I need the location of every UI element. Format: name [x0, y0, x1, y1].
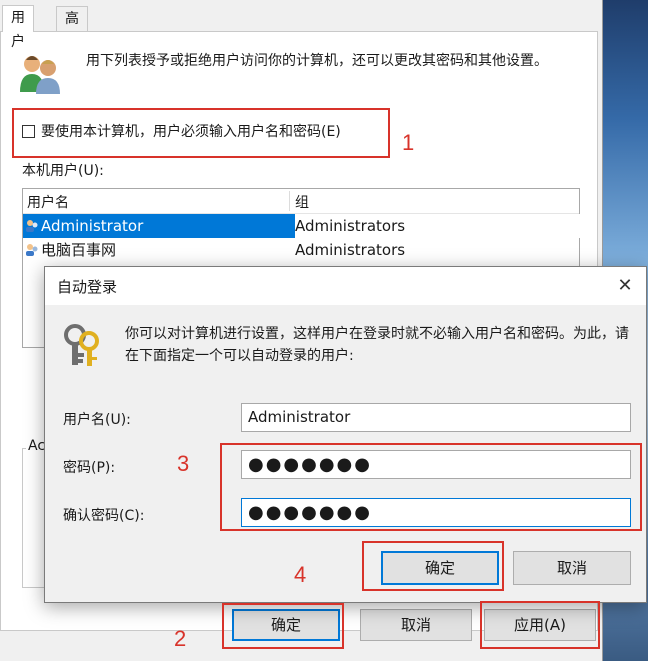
annotation-number-4: 4 — [294, 562, 307, 587]
annotation-box-apply — [480, 601, 600, 649]
users-icon — [20, 56, 60, 94]
autologon-titlebar[interactable]: 自动登录 ✕ — [45, 267, 646, 305]
users-list-label: 本机用户(U): — [22, 163, 104, 179]
listview-header: 用户名 组 — [23, 189, 579, 214]
tab-users[interactable]: 用户 — [2, 5, 34, 50]
autologon-cancel-button[interactable]: 取消 — [513, 551, 631, 585]
username-label: 用户名(U): — [63, 412, 131, 428]
annotation-number-3: 3 — [177, 451, 190, 476]
row-group: Administrators — [295, 241, 406, 259]
annotation-box-1 — [12, 108, 390, 158]
cancel-button[interactable]: 取消 — [360, 609, 472, 641]
annotation-box-2 — [222, 603, 344, 649]
table-row[interactable]: 电脑百事网 Administrators — [23, 238, 579, 262]
autologon-dialog: 自动登录 ✕ 你可以对计算机进行设置，这样用户在登录时就不必输入用户名和密码。为… — [44, 266, 647, 603]
row-group: Administrators — [295, 214, 586, 238]
column-separator — [289, 191, 290, 211]
users-description: 用下列表授予或拒绝用户访问你的计算机，还可以更改其密码和其他设置。 — [86, 53, 548, 69]
column-group[interactable]: 组 — [295, 192, 309, 212]
column-username[interactable]: 用户名 — [27, 192, 69, 212]
close-icon[interactable]: ✕ — [612, 273, 638, 299]
annotation-box-3 — [220, 443, 642, 531]
tab-advanced[interactable]: 高级 — [56, 6, 88, 51]
autologon-description: 你可以对计算机进行设置，这样用户在登录时就不必输入用户名和密码。为此，请在下面指… — [125, 326, 629, 364]
row-username: 电脑百事网 — [41, 241, 117, 259]
annotation-number-1: 1 — [402, 130, 415, 155]
row-username: Administrator — [41, 217, 144, 235]
user-icon — [26, 244, 38, 256]
annotation-number-2: 2 — [174, 626, 187, 651]
annotation-box-4 — [362, 541, 504, 591]
password-label: 密码(P): — [63, 460, 116, 476]
confirm-password-label: 确认密码(C): — [63, 508, 145, 524]
user-icon — [26, 220, 38, 232]
table-row[interactable]: Administrator Administrators — [23, 214, 586, 238]
autologon-title: 自动登录 — [57, 278, 118, 296]
username-field[interactable]: Administrator — [241, 403, 631, 432]
keys-icon — [64, 324, 99, 366]
